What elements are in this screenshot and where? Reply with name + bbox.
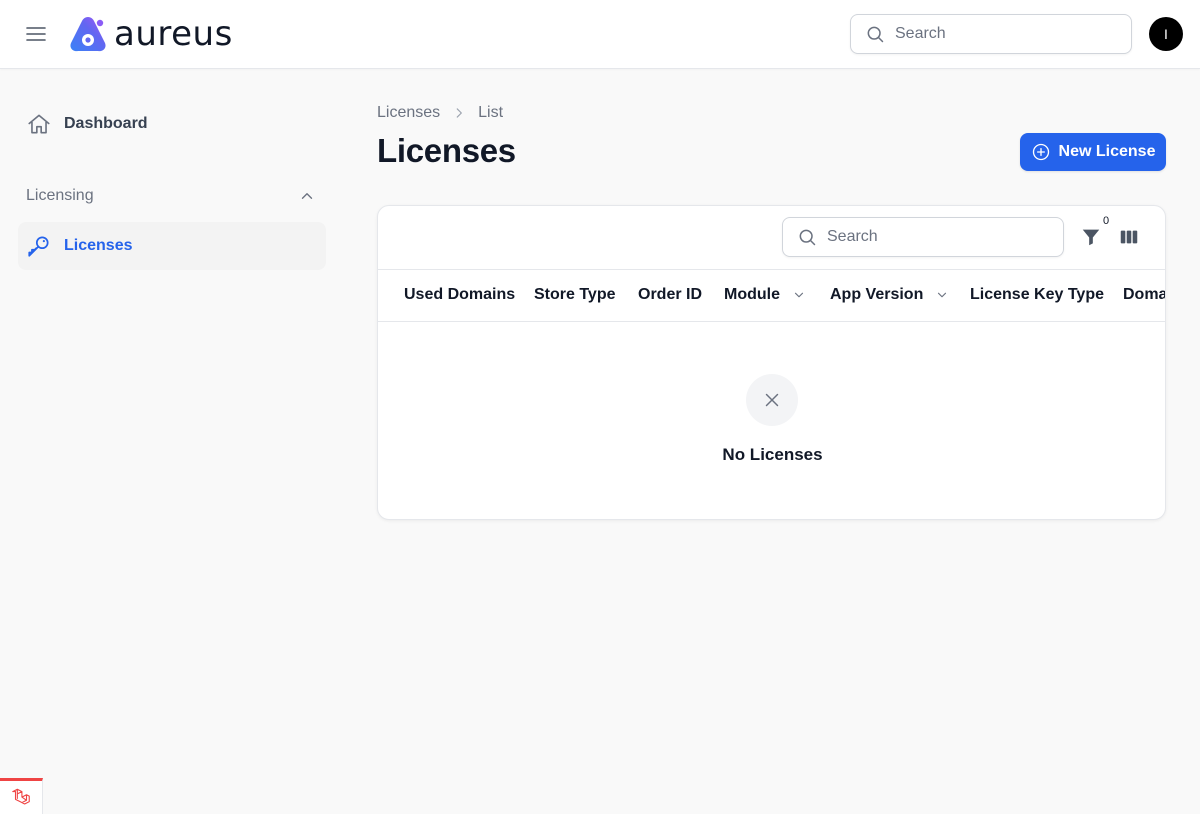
filter-count-badge: 0 <box>1101 215 1112 227</box>
sidebar: Dashboard Licensing Licenses <box>0 70 340 814</box>
breadcrumb-item-licenses[interactable]: Licenses <box>377 104 440 122</box>
home-icon <box>26 111 52 137</box>
breadcrumb-item-list: List <box>478 104 504 121</box>
column-header-license-key-type[interactable]: License Key Type <box>970 270 1104 320</box>
menu-icon[interactable] <box>24 22 48 46</box>
column-header-store-type[interactable]: Store Type <box>534 270 616 320</box>
column-header-order-id[interactable]: Order ID <box>638 270 702 320</box>
empty-state-text: No Licenses <box>722 445 823 464</box>
new-license-label: New License <box>1058 143 1156 160</box>
chevron-down-icon <box>935 288 949 302</box>
top-bar: aureus I <box>0 0 1200 69</box>
user-avatar[interactable]: I <box>1149 17 1183 51</box>
breadcrumb: Licenses List <box>377 104 503 122</box>
chevron-up-icon[interactable] <box>298 187 316 205</box>
column-header-used-domains[interactable]: Used Domains <box>404 270 515 320</box>
chevron-down-icon <box>792 288 806 302</box>
column-header-app-version[interactable]: App Version <box>830 270 949 320</box>
search-icon <box>867 26 884 43</box>
brand-name: aureus <box>114 14 233 54</box>
column-header-domain[interactable]: Domai <box>1123 270 1165 320</box>
key-icon <box>26 233 52 259</box>
global-search[interactable] <box>850 14 1132 54</box>
close-icon <box>746 374 798 426</box>
global-search-input[interactable] <box>895 25 1115 43</box>
aureus-logo-icon <box>70 17 106 52</box>
search-icon <box>799 229 816 246</box>
chevron-right-icon <box>452 106 466 120</box>
page-title: Licenses <box>377 132 516 169</box>
sidebar-group-label: Licensing <box>26 187 94 204</box>
brand-logo[interactable]: aureus <box>68 15 233 53</box>
sidebar-item-dashboard[interactable]: Dashboard <box>18 100 326 148</box>
table-search-input[interactable] <box>827 228 1047 246</box>
sidebar-item-label: Licenses <box>64 237 133 254</box>
sidebar-item-licenses[interactable]: Licenses <box>18 222 326 270</box>
plus-circle-icon <box>1031 142 1051 162</box>
filter-icon[interactable] <box>1080 226 1102 248</box>
table-header: Used Domains Store Type Order ID Module … <box>378 269 1165 322</box>
laravel-logo-icon[interactable] <box>0 778 43 814</box>
table-search[interactable] <box>782 217 1064 257</box>
columns-icon[interactable] <box>1118 226 1140 248</box>
new-license-button[interactable]: New License <box>1020 133 1166 171</box>
licenses-table-card: 0 Used Domains Store Type Order ID Modul… <box>377 205 1166 520</box>
column-header-module[interactable]: Module <box>724 270 806 320</box>
sidebar-item-label: Dashboard <box>64 115 148 132</box>
